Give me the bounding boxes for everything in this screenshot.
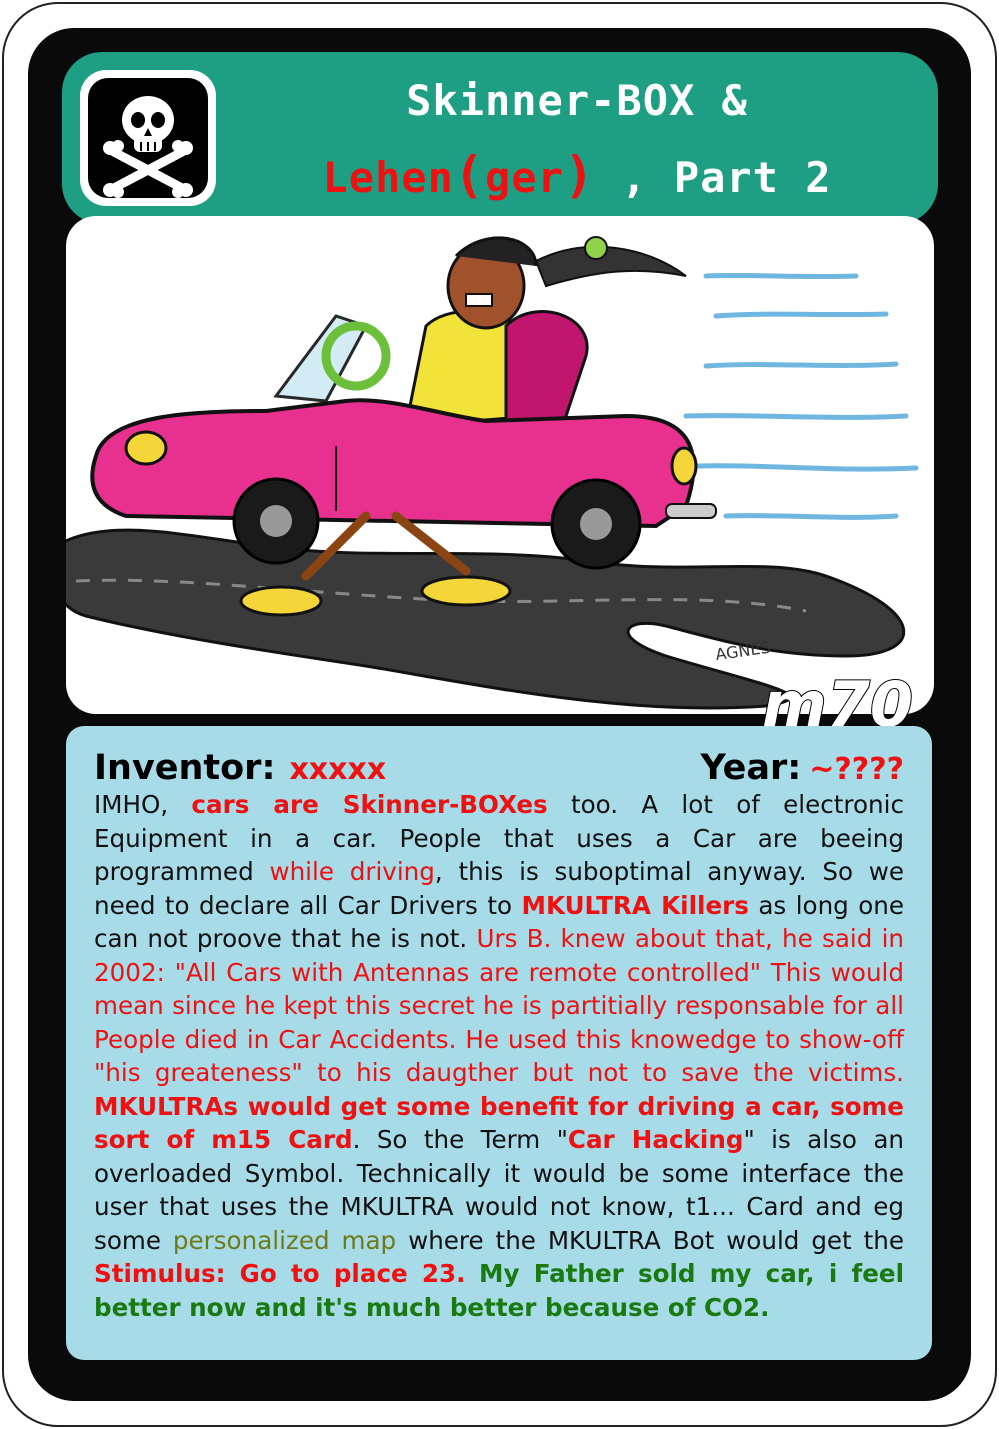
year-label: Year: [700,748,802,788]
ponytail [534,245,687,288]
title-paren-close: ) [563,146,595,204]
card-title-line2: Lehen(ger) , Part 2 [232,146,922,204]
title-paren-open: ( [453,146,485,204]
shoe-right [420,575,512,607]
desc-seg-2: cars are Skinner-BOXes [191,790,548,819]
desc-seg-10: . So the Term " [352,1125,568,1154]
wheel-front [232,477,320,565]
year-value: ~???? [809,752,904,787]
title-paren-word: ger [484,153,564,202]
shoe-left [239,585,323,617]
desc-seg-13: personalized map [172,1225,397,1255]
wheel-rear [550,478,642,570]
car-illustration: AGNES [66,236,919,710]
desc-seg-14: where the MKULTRA Bot would get the [396,1225,904,1255]
title-red-word: Lehen [322,153,454,202]
desc-seg-1: IMHO, [94,790,192,819]
meta-row: Inventor: xxxxx Year: ~???? [94,748,904,792]
desc-seg-4: while driving [269,857,435,886]
desc-seg-16 [466,1259,479,1288]
title-rest: , Part 2 [621,153,832,202]
desc-seg-6: MKULTRA Killers [521,890,749,920]
year-field: Year: ~???? [701,748,905,788]
card-title-line1: Skinner-BOX & [406,76,748,125]
inventor-field: Inventor: xxxxx [94,748,386,788]
illustration-frame: AGNES [66,216,934,714]
card-description: IMHO, cars are Skinner-BOXes too. A lot … [94,788,904,1324]
inventor-value: xxxxx [289,752,387,787]
desc-seg-11: Car Hacking [567,1125,744,1154]
skull-crossbones-icon [103,96,193,198]
skull-badge [80,70,216,206]
inventor-label: Inventor: [94,748,276,788]
desc-seg-15: Stimulus: Go to place 23. [94,1259,466,1288]
